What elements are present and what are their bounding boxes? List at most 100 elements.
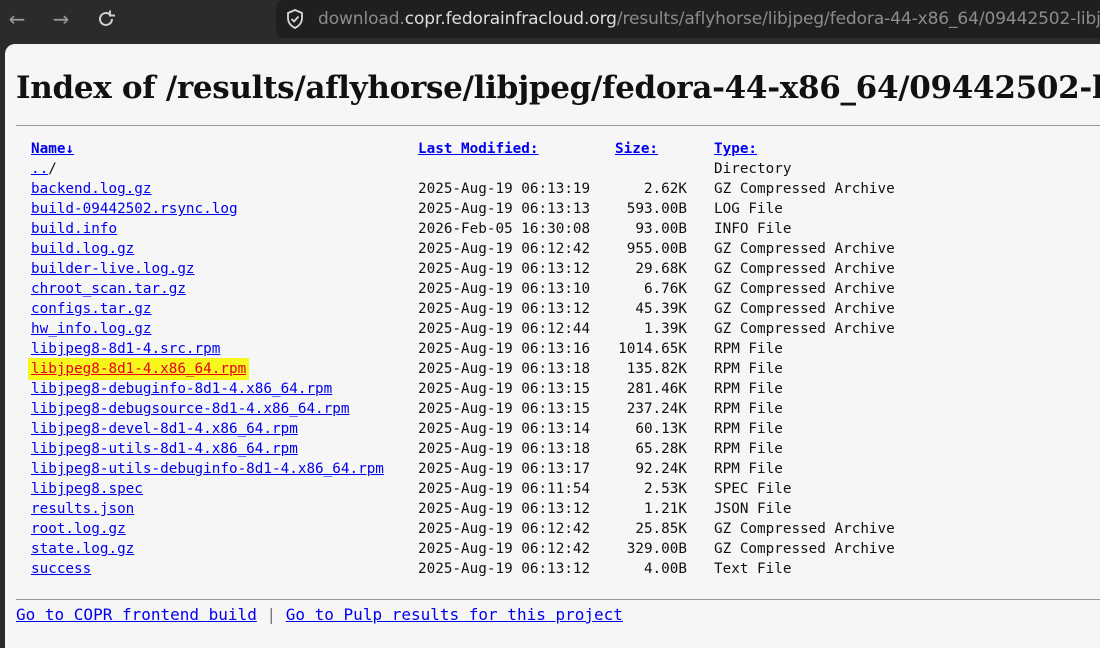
url-host: copr.fedorainfracloud.org xyxy=(404,9,617,29)
file-link[interactable]: libjpeg8-8d1-4.x86_64.rpm xyxy=(27,358,250,380)
file-listing: Name↓ Last Modified: Size: Type: ../ Dir… xyxy=(27,139,895,579)
file-row: hw_info.log.gz 2025-Aug-19 06:12:44 1.39K G… xyxy=(31,319,895,339)
parent-directory-link[interactable]: .. xyxy=(31,161,48,177)
file-link[interactable]: state.log.gz xyxy=(31,541,134,557)
file-modified: 2025-Aug-19 06:12:42 xyxy=(418,541,591,557)
file-size: 1.39K xyxy=(643,321,687,337)
file-row: state.log.gz 2025-Aug-19 06:12:42 329.00B G… xyxy=(31,539,895,559)
sort-name-link[interactable]: Name↓ xyxy=(31,141,74,157)
file-modified: 2025-Aug-19 06:13:10 xyxy=(418,281,591,297)
file-modified: 2025-Aug-19 06:13:14 xyxy=(418,421,591,437)
file-row: build.info 2026-Feb-05 16:30:08 93.00B INFO… xyxy=(31,219,791,239)
file-size: 329.00B xyxy=(626,541,687,557)
file-modified: 2025-Aug-19 06:13:12 xyxy=(418,261,591,277)
footer-links: Go to COPR frontend build | Go to Pulp r… xyxy=(16,604,623,626)
file-link[interactable]: build.info xyxy=(31,221,117,237)
file-type: GZ Compressed Archive xyxy=(714,321,895,337)
file-size: 955.00B xyxy=(626,241,687,257)
file-row: libjpeg8-8d1-4.src.rpm 2025-Aug-19 06:13:… xyxy=(31,339,783,359)
back-arrow-icon[interactable]: ← xyxy=(4,6,30,32)
file-size: 6.76K xyxy=(643,281,687,297)
file-type: GZ Compressed Archive xyxy=(714,301,895,317)
file-link[interactable]: build.log.gz xyxy=(31,241,134,257)
shield-icon[interactable] xyxy=(284,8,306,30)
sort-modified-link[interactable]: Last Modified: xyxy=(418,141,539,157)
file-row: libjpeg8-debuginfo-8d1-4.x86_64.rpm 2025-… xyxy=(31,379,783,399)
footer-separator: | xyxy=(266,605,277,624)
file-modified: 2025-Aug-19 06:13:18 xyxy=(418,361,591,377)
file-link[interactable]: libjpeg8-8d1-4.src.rpm xyxy=(31,341,220,357)
file-row: libjpeg8-debugsource-8d1-4.x86_64.rpm 202… xyxy=(31,399,783,419)
browser-toolbar: ← → download.copr.fedorainfracloud.org/r… xyxy=(0,0,1100,44)
file-row: builder-live.log.gz 2025-Aug-19 06:13:12 2… xyxy=(31,259,895,279)
sort-type-link[interactable]: Type: xyxy=(714,141,757,157)
file-type: Text File xyxy=(714,561,792,577)
file-type: RPM File xyxy=(714,461,783,477)
file-row: configs.tar.gz 2025-Aug-19 06:13:12 45.39K… xyxy=(31,299,895,319)
file-link[interactable]: root.log.gz xyxy=(31,521,126,537)
file-type: GZ Compressed Archive xyxy=(714,261,895,277)
file-link[interactable]: backend.log.gz xyxy=(31,181,152,197)
file-modified: 2026-Feb-05 16:30:08 xyxy=(418,221,591,237)
file-link[interactable]: libjpeg8-debugsource-8d1-4.x86_64.rpm xyxy=(31,401,349,417)
file-row: libjpeg8-8d1-4.x86_64.rpm 2025-Aug-19 06:… xyxy=(27,358,783,380)
parent-row: ../ Directory xyxy=(31,159,791,179)
file-link[interactable]: build-09442502.rsync.log xyxy=(31,201,238,217)
file-link[interactable]: success xyxy=(31,561,91,577)
forward-arrow-icon[interactable]: → xyxy=(48,6,74,32)
file-type: RPM File xyxy=(714,381,783,397)
file-link[interactable]: results.json xyxy=(31,501,134,517)
file-size: 2.53K xyxy=(643,481,687,497)
file-type: GZ Compressed Archive xyxy=(714,281,895,297)
url-path: /results/aflyhorse/libjpeg/fedora-44-x86… xyxy=(616,9,1100,29)
file-size: 25.85K xyxy=(635,521,687,537)
file-type: GZ Compressed Archive xyxy=(714,521,895,537)
file-size: 92.24K xyxy=(635,461,687,477)
file-link[interactable]: libjpeg8.spec xyxy=(31,481,143,497)
file-row: libjpeg8-devel-8d1-4.x86_64.rpm 2025-Aug-… xyxy=(31,419,783,439)
file-link[interactable]: configs.tar.gz xyxy=(31,301,152,317)
reload-icon[interactable] xyxy=(93,6,119,32)
file-type: SPEC File xyxy=(714,481,792,497)
file-link[interactable]: builder-live.log.gz xyxy=(31,261,195,277)
url-prefix: download. xyxy=(318,9,405,29)
file-size: 281.46K xyxy=(626,381,687,397)
file-row: chroot_scan.tar.gz 2025-Aug-19 06:13:10 6.… xyxy=(31,279,895,299)
file-link[interactable]: libjpeg8-devel-8d1-4.x86_64.rpm xyxy=(31,421,298,437)
address-bar[interactable]: download.copr.fedorainfracloud.org/resul… xyxy=(276,0,1100,38)
file-modified: 2025-Aug-19 06:11:54 xyxy=(418,481,591,497)
file-link[interactable]: libjpeg8-utils-debuginfo-8d1-4.x86_64.rp… xyxy=(31,461,384,477)
file-modified: 2025-Aug-19 06:12:42 xyxy=(418,521,591,537)
file-type: GZ Compressed Archive xyxy=(714,541,895,557)
divider xyxy=(16,125,1100,126)
sort-size-link[interactable]: Size: xyxy=(615,141,658,157)
copr-frontend-build-link[interactable]: Go to COPR frontend build xyxy=(16,605,257,624)
file-link[interactable]: chroot_scan.tar.gz xyxy=(31,281,186,297)
divider xyxy=(16,599,1100,600)
file-type: RPM File xyxy=(714,361,783,377)
file-type: RPM File xyxy=(714,401,783,417)
file-size: 29.68K xyxy=(635,261,687,277)
pulp-results-link[interactable]: Go to Pulp results for this project xyxy=(286,605,623,624)
file-modified: 2025-Aug-19 06:13:12 xyxy=(418,301,591,317)
file-row: success 2025-Aug-19 06:13:12 4.00B Text Fil… xyxy=(31,559,791,579)
file-type: JSON File xyxy=(714,501,792,517)
file-row: libjpeg8.spec 2025-Aug-19 06:11:54 2.53K SP… xyxy=(31,479,791,499)
file-modified: 2025-Aug-19 06:13:15 xyxy=(418,401,591,417)
file-modified: 2025-Aug-19 06:13:13 xyxy=(418,201,591,217)
file-link[interactable]: libjpeg8-debuginfo-8d1-4.x86_64.rpm xyxy=(31,381,332,397)
file-row: build.log.gz 2025-Aug-19 06:12:42 955.00B G… xyxy=(31,239,895,259)
file-link[interactable]: hw_info.log.gz xyxy=(31,321,152,337)
file-row: results.json 2025-Aug-19 06:13:12 1.21K JSO… xyxy=(31,499,791,519)
file-link[interactable]: libjpeg8-utils-8d1-4.x86_64.rpm xyxy=(31,441,298,457)
file-size: 1014.65K xyxy=(618,341,687,357)
file-row: root.log.gz 2025-Aug-19 06:12:42 25.85K GZ … xyxy=(31,519,895,539)
file-size: 60.13K xyxy=(635,421,687,437)
file-modified: 2025-Aug-19 06:13:15 xyxy=(418,381,591,397)
parent-type: Directory xyxy=(714,161,792,177)
file-modified: 2025-Aug-19 06:13:18 xyxy=(418,441,591,457)
file-row: libjpeg8-utils-8d1-4.x86_64.rpm 2025-Aug-… xyxy=(31,439,783,459)
url-text[interactable]: download.copr.fedorainfracloud.org/resul… xyxy=(318,9,1100,29)
page-title: Index of /results/aflyhorse/libjpeg/fedo… xyxy=(16,70,1100,106)
file-size: 93.00B xyxy=(635,221,687,237)
